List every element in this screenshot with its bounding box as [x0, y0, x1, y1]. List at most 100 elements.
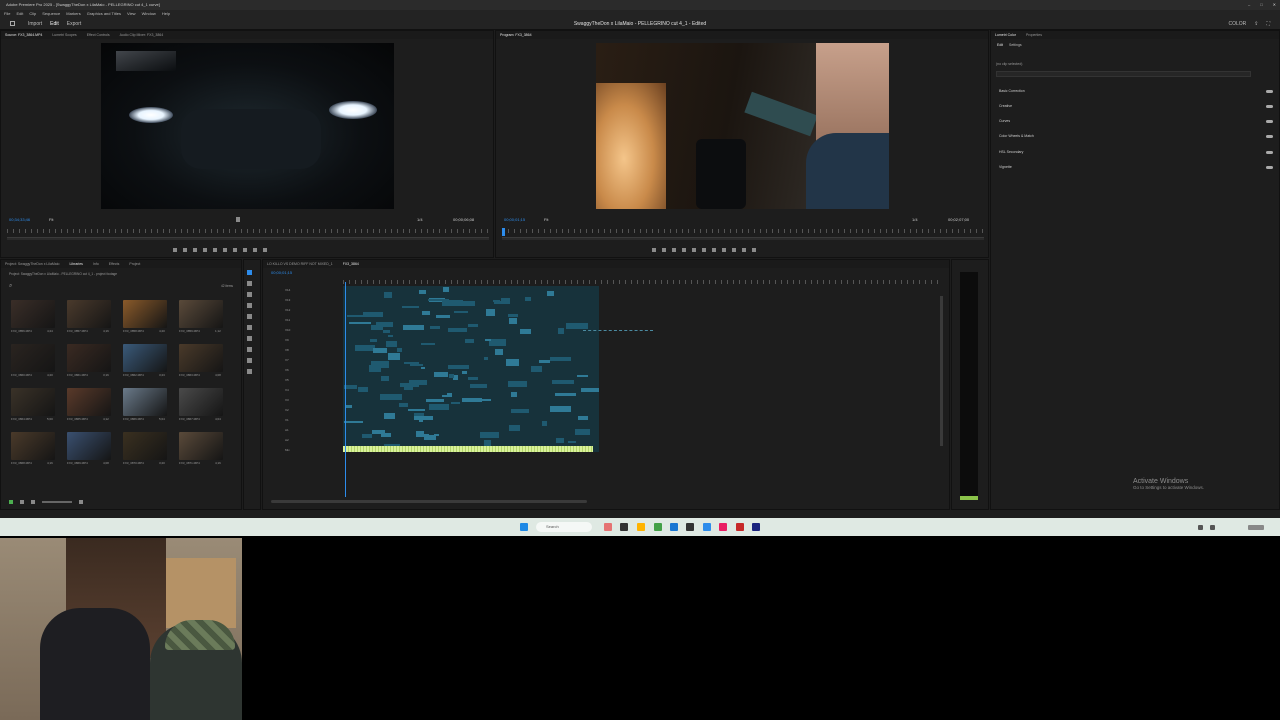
- track-label[interactable]: V2: [285, 408, 289, 412]
- toggle-curves[interactable]: [1266, 120, 1273, 123]
- program-scrubber[interactable]: [502, 237, 984, 240]
- color-workspace-label[interactable]: COLOR: [1229, 18, 1247, 30]
- clip-block[interactable]: [558, 328, 565, 335]
- track-select-icon[interactable]: [247, 281, 252, 286]
- clip-block[interactable]: [547, 290, 554, 297]
- program-playhead[interactable]: [502, 228, 505, 236]
- pen-icon[interactable]: [247, 325, 252, 330]
- menu-graphics[interactable]: Graphics and Titles: [87, 10, 121, 18]
- app-icon-1[interactable]: [703, 523, 711, 531]
- razor-icon[interactable]: [247, 303, 252, 308]
- maximize-icon[interactable]: □: [1260, 0, 1262, 10]
- clip-block[interactable]: [402, 324, 425, 330]
- clip-block[interactable]: [370, 338, 377, 343]
- clip-block[interactable]: [347, 315, 364, 318]
- source-ruler[interactable]: [7, 229, 489, 233]
- clip-block[interactable]: [381, 433, 392, 437]
- edge-icon[interactable]: [670, 523, 678, 531]
- section-basic-correction[interactable]: Basic Correction: [999, 89, 1025, 93]
- clip-block[interactable]: [358, 386, 368, 392]
- clip-block[interactable]: [362, 434, 373, 438]
- clip-block[interactable]: [422, 310, 431, 316]
- track-label[interactable]: V4: [285, 388, 289, 392]
- mark-out-icon[interactable]: [672, 248, 676, 252]
- clip-thumbnail[interactable]: [67, 300, 111, 328]
- clip-thumbnail[interactable]: [123, 300, 167, 328]
- tab-audio-clip-mixer[interactable]: Audio Clip Mixer: FX3_3864: [120, 31, 164, 39]
- track-label[interactable]: A1: [285, 428, 289, 432]
- program-ruler[interactable]: [502, 229, 984, 233]
- clip-block[interactable]: [448, 328, 468, 333]
- new-bin-icon[interactable]: [79, 500, 83, 504]
- source-timecode[interactable]: 00;34;33;46: [9, 217, 30, 222]
- step-back-icon[interactable]: [692, 248, 696, 252]
- icon-view-icon[interactable]: [31, 500, 35, 504]
- store-icon[interactable]: [686, 523, 694, 531]
- clip-block[interactable]: [375, 321, 394, 328]
- clip-block[interactable]: [509, 318, 518, 325]
- tray-icon[interactable]: [1198, 525, 1203, 530]
- menu-file[interactable]: File: [4, 10, 10, 18]
- clip-block[interactable]: [489, 339, 506, 347]
- lift-icon[interactable]: [732, 248, 736, 252]
- taskbar-search[interactable]: Search: [536, 522, 592, 532]
- tab-sequence-2[interactable]: FX3_3864: [343, 260, 359, 268]
- tab-source[interactable]: Source: FX3_3864.MP4: [5, 31, 42, 39]
- timeline-vscroll[interactable]: [940, 296, 943, 446]
- go-in-icon[interactable]: [682, 248, 686, 252]
- clip-block[interactable]: [449, 373, 454, 379]
- clip-block[interactable]: [552, 380, 575, 385]
- clip-block[interactable]: [398, 403, 408, 407]
- audio-waveform[interactable]: [343, 446, 593, 452]
- clip-block[interactable]: [568, 441, 576, 444]
- clip-block[interactable]: [483, 356, 488, 361]
- clip-thumbnail[interactable]: [179, 344, 223, 372]
- section-curves[interactable]: Curves: [999, 119, 1010, 123]
- clip-block[interactable]: [346, 405, 352, 409]
- section-creative[interactable]: Creative: [999, 104, 1012, 108]
- wifi-icon[interactable]: [1210, 525, 1215, 530]
- track-label[interactable]: Mix: [285, 448, 290, 452]
- track-label[interactable]: V12: [285, 308, 290, 312]
- clip-block[interactable]: [388, 353, 401, 360]
- clip-block[interactable]: [465, 338, 474, 343]
- step-forward-icon[interactable]: [712, 248, 716, 252]
- clip-block[interactable]: [380, 394, 402, 400]
- clip-thumbnail[interactable]: [11, 432, 55, 460]
- clip-thumbnail[interactable]: [11, 300, 55, 328]
- track-label[interactable]: V8: [285, 348, 289, 352]
- clip-overhang[interactable]: [583, 330, 653, 335]
- tab-lumetri-color[interactable]: Lumetri Color: [995, 31, 1016, 39]
- clip-block[interactable]: [425, 398, 444, 402]
- ripple-edit-icon[interactable]: [247, 292, 252, 297]
- clip-thumbnail[interactable]: [123, 432, 167, 460]
- list-view-icon[interactable]: [20, 500, 24, 504]
- tab-properties[interactable]: Properties: [1026, 31, 1042, 39]
- clock[interactable]: [1248, 525, 1264, 530]
- taskview-icon[interactable]: [620, 523, 628, 531]
- tab-info[interactable]: Info: [93, 260, 99, 268]
- clip-block[interactable]: [442, 287, 449, 292]
- marker-icon[interactable]: [652, 248, 656, 252]
- selection-tool-icon[interactable]: [247, 270, 252, 275]
- play-icon[interactable]: [702, 248, 706, 252]
- clip-block[interactable]: [505, 359, 519, 366]
- menu-clip[interactable]: Clip: [29, 10, 36, 18]
- zoom-icon[interactable]: [247, 369, 252, 374]
- clip-thumbnail[interactable]: [123, 344, 167, 372]
- track-label[interactable]: V14: [285, 288, 290, 292]
- slip-icon[interactable]: [247, 314, 252, 319]
- toggle-vignette[interactable]: [1266, 166, 1273, 169]
- wrench-icon[interactable]: [236, 217, 240, 222]
- hand-icon[interactable]: [247, 347, 252, 352]
- program-timecode[interactable]: 00;00;01;15: [504, 217, 525, 222]
- search-icon[interactable]: ⌕: [9, 283, 12, 290]
- subtab-settings[interactable]: Settings: [1009, 43, 1022, 47]
- clip-block[interactable]: [576, 374, 589, 378]
- clip-block[interactable]: [429, 326, 441, 329]
- clip-thumbnail[interactable]: [67, 388, 111, 416]
- tab-project[interactable]: Project: [129, 260, 140, 268]
- clip-block[interactable]: [385, 341, 397, 348]
- track-label[interactable]: V6: [285, 368, 289, 372]
- clip-block[interactable]: [370, 361, 389, 369]
